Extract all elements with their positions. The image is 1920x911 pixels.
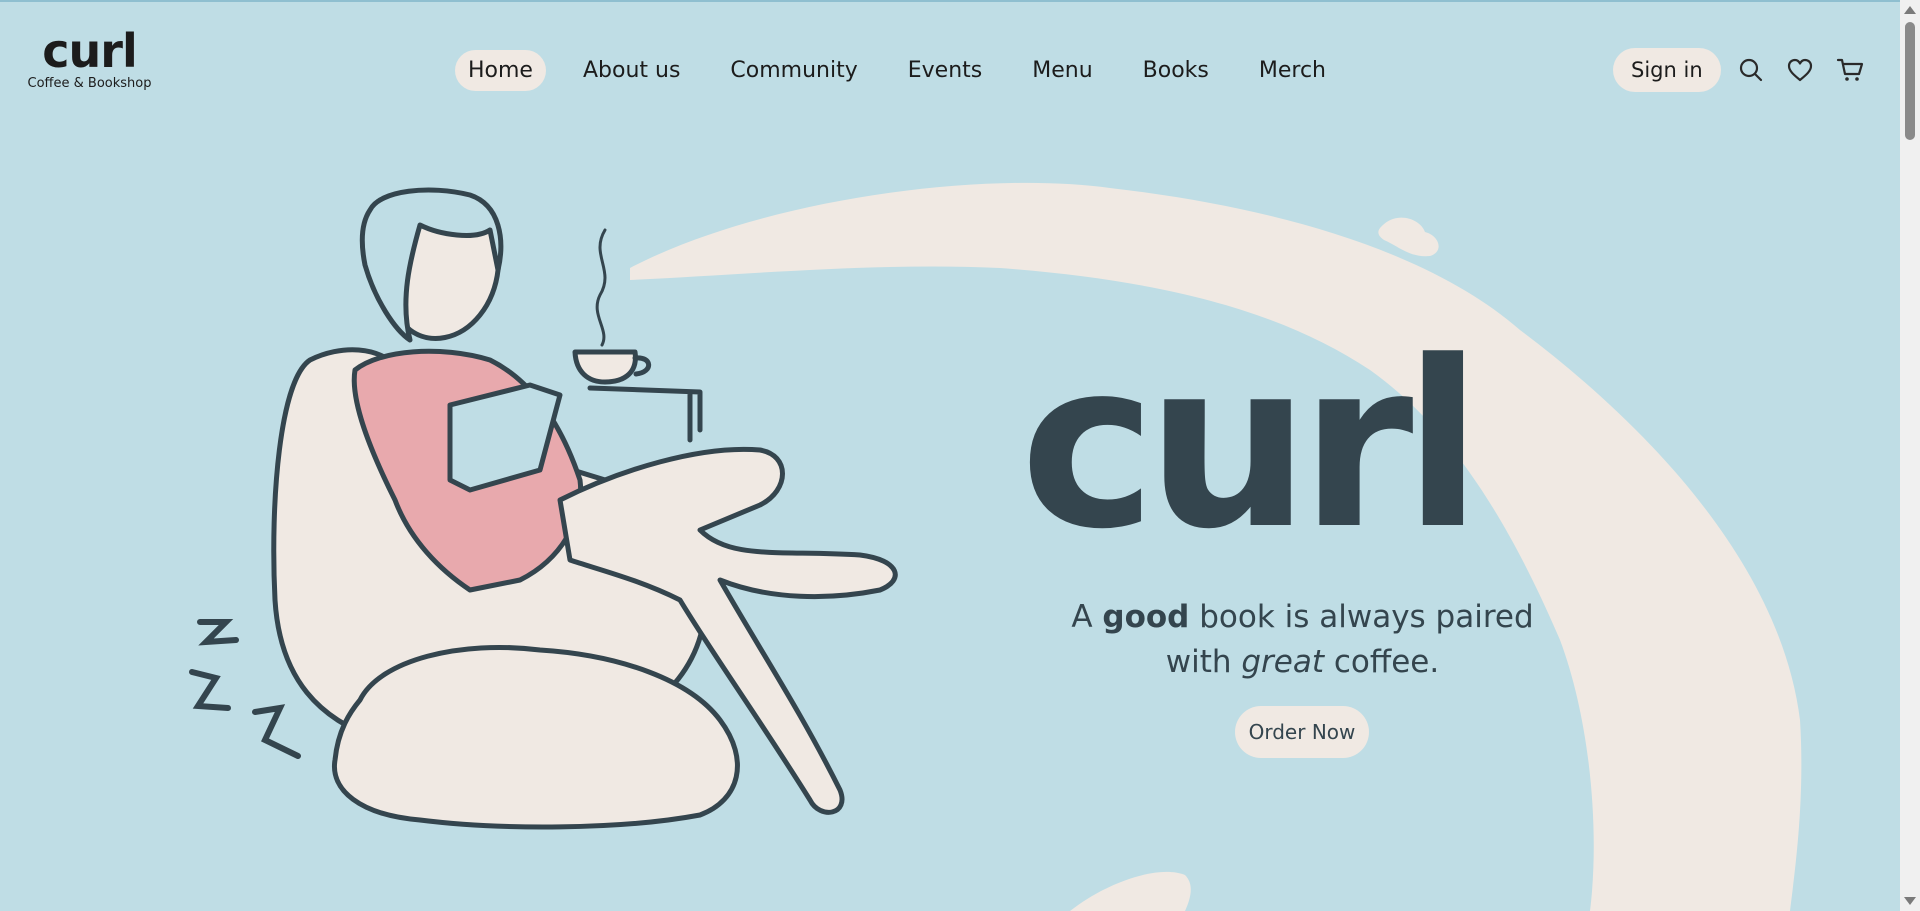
hero-title-wordmark: curl: [1020, 313, 1482, 580]
search-icon[interactable]: [1737, 56, 1765, 84]
nav-item-merch[interactable]: Merch: [1246, 50, 1339, 91]
nav-item-home[interactable]: Home: [455, 49, 546, 91]
hero-artwork: curl: [189, 182, 1802, 911]
nav-item-menu[interactable]: Menu: [1019, 50, 1105, 91]
cream-bottom-blob: [1070, 871, 1191, 911]
nav-item-events[interactable]: Events: [895, 50, 996, 91]
cup-handle: [632, 355, 652, 377]
side-table: [587, 385, 703, 443]
cart-icon[interactable]: [1836, 56, 1864, 84]
hero-title: curl: [1020, 313, 1472, 580]
logo-tagline: Coffee & Bookshop: [27, 76, 152, 91]
hero-tagline: A good book is always paired with great …: [1030, 595, 1575, 685]
hero-tagline-line-1: A good book is always paired: [1071, 599, 1534, 635]
hero-tagline-line-2: with great coffee.: [1165, 644, 1440, 680]
logo-wordmark: curl: [42, 24, 137, 78]
nav-item-books[interactable]: Books: [1130, 50, 1222, 91]
sign-in-button[interactable]: Sign in: [1613, 48, 1721, 92]
page: curl curl Coffee & Bookshop Home About u…: [0, 0, 1920, 911]
nav-item-about-us[interactable]: About us: [570, 50, 693, 91]
steam: [595, 228, 607, 347]
reading-girl-illustration: [271, 187, 898, 830]
scroll-down-arrow-icon[interactable]: [1904, 897, 1916, 905]
nav-item-community[interactable]: Community: [717, 50, 870, 91]
cream-splash: [1378, 217, 1439, 257]
scroll-up-arrow-icon[interactable]: [1904, 6, 1916, 14]
heart-icon[interactable]: [1786, 56, 1814, 84]
coffee-cup: [572, 349, 638, 385]
vertical-scrollbar[interactable]: [1900, 0, 1920, 911]
logo[interactable]: curl Coffee & Bookshop: [27, 28, 152, 91]
scroll-thumb[interactable]: [1905, 22, 1915, 140]
main-nav: Home About us Community Events Menu Book…: [455, 48, 1363, 92]
order-now-button[interactable]: Order Now: [1235, 706, 1369, 758]
